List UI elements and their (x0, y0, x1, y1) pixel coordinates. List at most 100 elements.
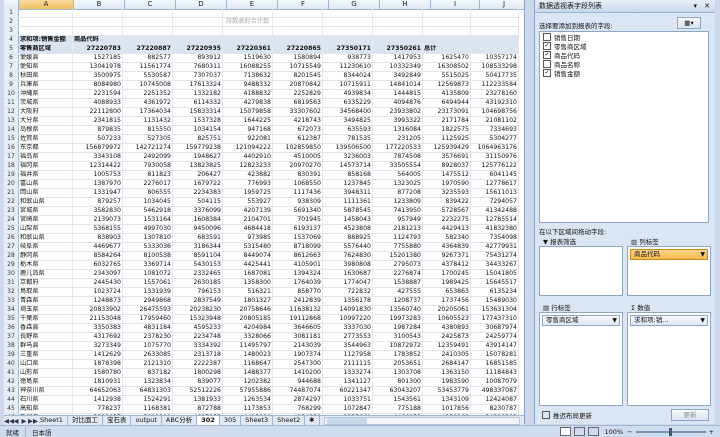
cell[interactable]: 938309 (273, 198, 323, 206)
cell[interactable] (223, 27, 273, 35)
cell[interactable]: 4939834 (323, 90, 373, 98)
cell[interactable]: 13560740 (373, 306, 423, 314)
cell[interactable]: 1333274 (323, 369, 373, 377)
cell[interactable]: 2412839 (273, 297, 323, 305)
cell[interactable]: 4378412 (423, 261, 471, 269)
cell[interactable]: 1356178 (323, 297, 373, 305)
cell[interactable]: 2630185 (173, 279, 223, 287)
cell[interactable]: 957949 (373, 216, 423, 224)
cell[interactable]: 1332182 (173, 90, 223, 98)
row-header[interactable]: 24 (4, 216, 19, 224)
field-list[interactable]: 销售日期 ✓ 零售商区域 ✓ 商品代码 商品名称 ✓ 销售金额 (539, 31, 709, 223)
cell[interactable]: 26475593 (123, 306, 173, 314)
cell[interactable]: 5728567 (423, 207, 471, 215)
row-header[interactable]: 37 (4, 333, 19, 341)
cell[interactable] (323, 36, 373, 44)
cell[interactable]: 4997030 (123, 225, 173, 233)
cell[interactable]: 839077 (173, 378, 223, 386)
row-header[interactable]: 43 (4, 387, 19, 395)
cell[interactable]: 612387 (273, 135, 323, 143)
cell[interactable]: 34568400 (323, 108, 373, 116)
cell[interactable]: 75431274 (471, 252, 519, 260)
cell[interactable]: 1248873 (73, 297, 123, 305)
cell[interactable]: 768299 (273, 405, 323, 413)
cell[interactable]: 3500975 (73, 72, 123, 80)
cell[interactable]: 7307037 (173, 72, 223, 80)
cell[interactable]: 4402910 (223, 153, 273, 161)
cell[interactable]: 3376099 (173, 207, 223, 215)
cell[interactable]: 27220361 (223, 45, 273, 53)
column-header-d[interactable]: D (176, 0, 227, 9)
column-field-pill[interactable]: 商品代码 ▼ (630, 249, 708, 260)
cell[interactable] (73, 27, 123, 35)
sheet-tab[interactable]: 宝石表 (103, 416, 132, 425)
cell[interactable]: 839422 (423, 198, 471, 206)
cell[interactable]: 21081102 (471, 117, 519, 125)
cell[interactable]: 15323948 (173, 315, 223, 323)
row-header[interactable]: 41 (4, 369, 19, 377)
cell[interactable]: 宮城県 (19, 207, 73, 215)
cell[interactable]: 3576691 (423, 153, 471, 161)
row-header[interactable]: 23 (4, 207, 19, 215)
row-header[interactable]: 45 (4, 405, 19, 413)
row-header[interactable]: 8 (4, 72, 19, 80)
checkbox-box[interactable]: ✓ (543, 68, 551, 77)
cell[interactable]: 11230610 (323, 63, 373, 71)
row-header[interactable]: 2 (4, 18, 19, 26)
cell[interactable]: 山口県 (19, 360, 73, 368)
cell[interactable]: 2276017 (123, 180, 173, 188)
cell[interactable]: 1005753 (73, 171, 123, 179)
sheet-tab[interactable]: 対比面工 (68, 416, 103, 425)
cell[interactable]: 775188 (373, 405, 423, 413)
cell[interactable]: 858770 (273, 288, 323, 296)
cell[interactable]: 2425873 (423, 333, 471, 341)
cell[interactable]: 1537328 (173, 117, 223, 125)
cell[interactable]: 12823233 (223, 162, 273, 170)
column-header-g[interactable]: G (329, 0, 380, 9)
cell[interactable]: 206427 (173, 171, 223, 179)
cell[interactable]: 142721274 (123, 144, 173, 152)
cell[interactable]: 20870842 (273, 81, 323, 89)
cell[interactable] (123, 27, 173, 35)
row-header[interactable]: 42 (4, 378, 19, 386)
cell[interactable]: 2837549 (173, 297, 223, 305)
cell[interactable]: 64652063 (73, 387, 123, 395)
spreadsheet-area[interactable]: ABCDEFGHIJ 1 2 持数表的合计数 3 4 求和项:销售金额 商品代码 5 零售商区域… (4, 0, 525, 424)
cell[interactable]: 福冈県 (19, 162, 73, 170)
cell[interactable]: 653863 (423, 288, 471, 296)
cell[interactable]: 1127958 (323, 351, 373, 359)
cell[interactable]: 2795073 (373, 261, 423, 269)
cell[interactable]: 34433267 (471, 261, 519, 269)
cell[interactable]: 三重県 (19, 351, 73, 359)
cell[interactable]: 825751 (173, 135, 223, 143)
cell[interactable]: 20238230 (173, 306, 223, 314)
cell[interactable]: 1480023 (223, 351, 273, 359)
cell[interactable]: 1237845 (323, 180, 373, 188)
row-header[interactable]: 11 (4, 99, 19, 107)
cell[interactable]: 12314422 (73, 162, 123, 170)
cell[interactable]: 796153 (173, 288, 223, 296)
cell[interactable]: 3236003 (323, 153, 373, 161)
cell[interactable]: 3948311 (323, 189, 373, 197)
cell[interactable]: 701945 (273, 216, 323, 224)
cell[interactable]: 4135809 (423, 90, 471, 98)
row-header[interactable]: 35 (4, 315, 19, 323)
cell[interactable]: 52512226 (173, 387, 223, 395)
cell[interactable]: 2313718 (173, 351, 223, 359)
tab-nav-prev-icon[interactable]: ◀ (12, 417, 20, 425)
cell[interactable] (123, 36, 173, 44)
cell[interactable]: 830391 (273, 171, 323, 179)
cell[interactable]: 5515025 (423, 72, 471, 80)
checkbox-box[interactable]: ✓ (543, 41, 551, 50)
cell[interactable]: 和歌山県 (19, 234, 73, 242)
cell[interactable]: 商品代码 (73, 36, 123, 44)
cell[interactable]: 15041805 (471, 270, 519, 278)
row-header[interactable]: 7 (4, 63, 19, 71)
cell[interactable]: 177437310 (471, 315, 519, 323)
cell[interactable]: 1630687 (323, 270, 373, 278)
cell[interactable]: 4279838 (223, 99, 273, 107)
cell[interactable]: 福井県 (19, 171, 73, 179)
cell[interactable]: 1131432 (123, 117, 173, 125)
row-header[interactable]: 31 (4, 279, 19, 287)
cell[interactable]: 2252829 (273, 90, 323, 98)
